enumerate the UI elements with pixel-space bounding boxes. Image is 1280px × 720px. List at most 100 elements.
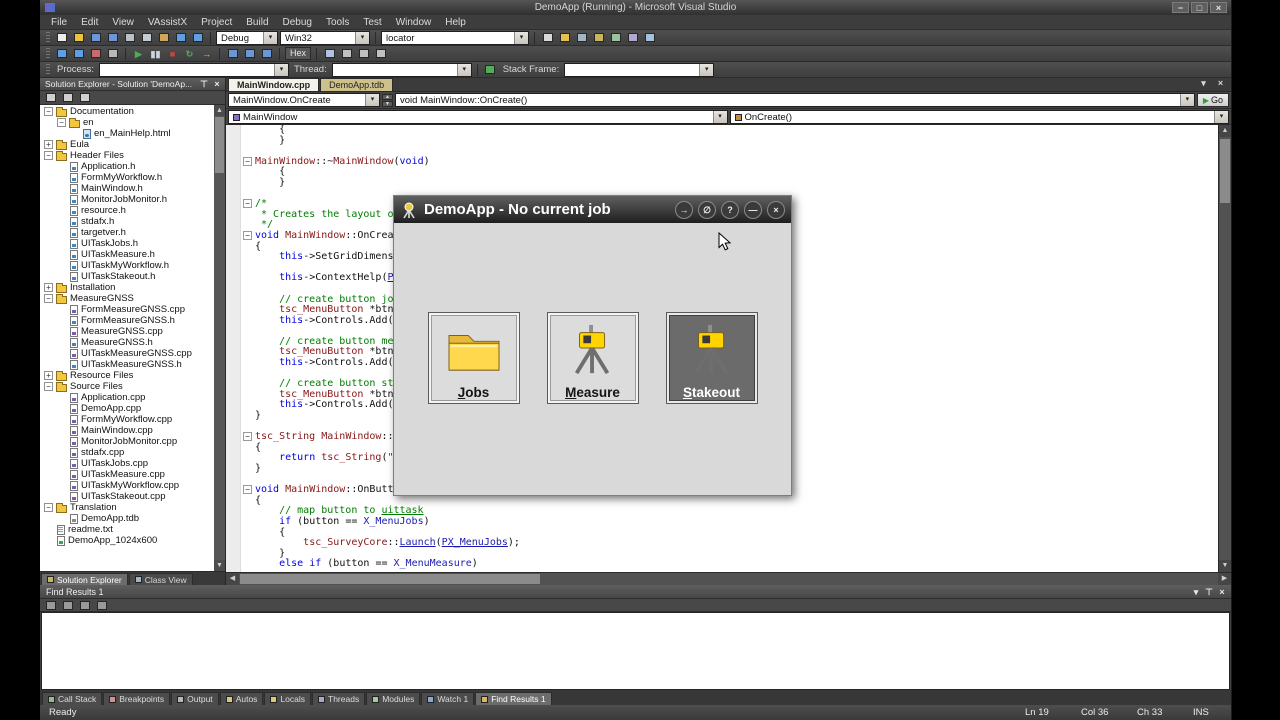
stop-debugging-icon[interactable]: ■: [165, 47, 180, 60]
va-definition-combo[interactable]: void MainWindow::OnCreate(): [395, 93, 1195, 107]
show-all-files-icon[interactable]: [60, 91, 75, 104]
tab-solution-explorer[interactable]: Solution Explorer: [41, 573, 128, 585]
tree-item[interactable]: stdafx.cpp: [40, 447, 225, 458]
continue-icon[interactable]: ▶: [131, 47, 146, 60]
tree-item[interactable]: −MeasureGNSS: [40, 293, 225, 304]
window-position-icon[interactable]: ▾: [1190, 586, 1202, 597]
fold-collapse-icon[interactable]: −: [243, 157, 252, 166]
collapse-icon[interactable]: −: [57, 118, 66, 127]
tab-class-view[interactable]: Class View: [129, 573, 193, 585]
tree-item[interactable]: −Translation: [40, 502, 225, 513]
jobs-button[interactable]: Jobs: [428, 312, 520, 404]
tree-item[interactable]: MonitorJobMonitor.h: [40, 194, 225, 205]
editor-vertical-scrollbar[interactable]: ▲ ▼: [1218, 125, 1231, 572]
tree-item[interactable]: FormMyWorkflow.cpp: [40, 414, 225, 425]
registers-window-icon[interactable]: [356, 47, 371, 60]
toolbox-icon[interactable]: [625, 31, 640, 44]
tree-item[interactable]: +Resource Files: [40, 370, 225, 381]
tree-item[interactable]: −en: [40, 117, 225, 128]
method-combo[interactable]: OnCreate(): [730, 110, 1230, 124]
immediate-window-icon[interactable]: [105, 47, 120, 60]
tree-item[interactable]: MainWindow.h: [40, 183, 225, 194]
thread-combo[interactable]: [332, 63, 472, 77]
menu-vassistx[interactable]: VAssistX: [141, 16, 194, 29]
scrollbar-thumb[interactable]: [1220, 139, 1230, 203]
collapse-icon[interactable]: −: [44, 294, 53, 303]
va-up-icon[interactable]: ▲: [382, 94, 393, 100]
watch-window-icon[interactable]: [322, 47, 337, 60]
solution-explorer-scrollbar[interactable]: ▲ ▼: [214, 105, 225, 571]
toolbar-grip[interactable]: [46, 32, 50, 44]
cut-icon[interactable]: [122, 31, 137, 44]
scroll-right-icon[interactable]: ▶: [1218, 573, 1231, 585]
enter-icon[interactable]: →: [675, 201, 693, 219]
undo-icon[interactable]: [173, 31, 188, 44]
maximize-button[interactable]: □: [1191, 2, 1208, 13]
find-results-content[interactable]: [41, 612, 1230, 690]
close-document-icon[interactable]: ×: [1213, 76, 1228, 89]
tab-watch-1[interactable]: Watch 1: [421, 692, 474, 705]
pin-icon[interactable]: ⊤: [198, 79, 210, 90]
class-combo[interactable]: MainWindow: [228, 110, 728, 124]
expand-icon[interactable]: +: [44, 283, 53, 292]
tree-item[interactable]: −Header Files: [40, 150, 225, 161]
scroll-down-icon[interactable]: ▼: [214, 560, 225, 571]
tree-item[interactable]: MeasureGNSS.cpp: [40, 326, 225, 337]
collapse-icon[interactable]: −: [44, 107, 53, 116]
scrollbar-thumb[interactable]: [240, 574, 540, 584]
paste-icon[interactable]: [156, 31, 171, 44]
tree-item[interactable]: UITaskMyWorkflow.cpp: [40, 480, 225, 491]
document-tab-mainwindow-cpp[interactable]: MainWindow.cpp: [228, 78, 319, 91]
tree-item[interactable]: UITaskStakeout.h: [40, 271, 225, 282]
tree-item[interactable]: UITaskMeasureGNSS.h: [40, 359, 225, 370]
next-result-icon[interactable]: [77, 599, 92, 612]
va-context-combo[interactable]: MainWindow.OnCreate: [228, 93, 380, 107]
tree-item[interactable]: Application.cpp: [40, 392, 225, 403]
navigate-forward-icon[interactable]: [71, 47, 86, 60]
debug-configuration-combo[interactable]: Debug: [216, 31, 278, 45]
tree-item[interactable]: UITaskMeasure.h: [40, 249, 225, 260]
stakeout-button[interactable]: Stakeout: [666, 312, 758, 404]
toolbar-grip[interactable]: [46, 64, 50, 76]
object-browser-icon[interactable]: [642, 31, 657, 44]
collapse-icon[interactable]: −: [44, 151, 53, 160]
tree-item[interactable]: MeasureGNSS.h: [40, 337, 225, 348]
locator-combo[interactable]: locator: [381, 31, 529, 45]
pin-icon[interactable]: ⊤: [1203, 586, 1215, 597]
scroll-down-icon[interactable]: ▼: [1219, 560, 1231, 572]
properties-icon[interactable]: [43, 91, 58, 104]
expand-icon[interactable]: +: [44, 140, 53, 149]
tab-find-results-1[interactable]: Find Results 1: [475, 692, 551, 705]
breakpoints-window-icon[interactable]: [88, 47, 103, 60]
document-tab-demoapp-tdb[interactable]: DemoApp.tdb: [320, 78, 393, 91]
tree-item[interactable]: DemoApp.tdb: [40, 513, 225, 524]
step-over-icon[interactable]: [242, 47, 257, 60]
disassembly-icon[interactable]: [373, 47, 388, 60]
scroll-left-icon[interactable]: ◀: [226, 573, 239, 585]
tree-item[interactable]: +Eula: [40, 139, 225, 150]
platform-combo[interactable]: Win32: [280, 31, 370, 45]
tree-item[interactable]: resource.h: [40, 205, 225, 216]
toolbar-grip[interactable]: [46, 48, 50, 60]
menu-help[interactable]: Help: [438, 16, 473, 29]
fold-collapse-icon[interactable]: −: [243, 199, 252, 208]
menu-tools[interactable]: Tools: [319, 16, 356, 29]
tree-item[interactable]: readme.txt: [40, 524, 225, 535]
menu-window[interactable]: Window: [389, 16, 439, 29]
va-down-icon[interactable]: ▼: [382, 101, 393, 107]
tree-item[interactable]: UITaskMeasureGNSS.cpp: [40, 348, 225, 359]
go-to-result-icon[interactable]: [43, 599, 58, 612]
tree-item[interactable]: UITaskStakeout.cpp: [40, 491, 225, 502]
close-icon[interactable]: ×: [211, 79, 223, 90]
solution-explorer-icon[interactable]: [591, 31, 606, 44]
copy-icon[interactable]: [139, 31, 154, 44]
tab-breakpoints[interactable]: Breakpoints: [103, 692, 170, 705]
measure-button[interactable]: Measure: [547, 312, 639, 404]
close-button[interactable]: ×: [1210, 2, 1227, 13]
close-icon[interactable]: ×: [1216, 586, 1228, 597]
show-next-statement-icon[interactable]: →: [199, 47, 214, 60]
restart-icon[interactable]: ↻: [182, 47, 197, 60]
expand-icon[interactable]: +: [44, 371, 53, 380]
clear-results-icon[interactable]: [94, 599, 109, 612]
tree-item[interactable]: FormMyWorkflow.h: [40, 172, 225, 183]
